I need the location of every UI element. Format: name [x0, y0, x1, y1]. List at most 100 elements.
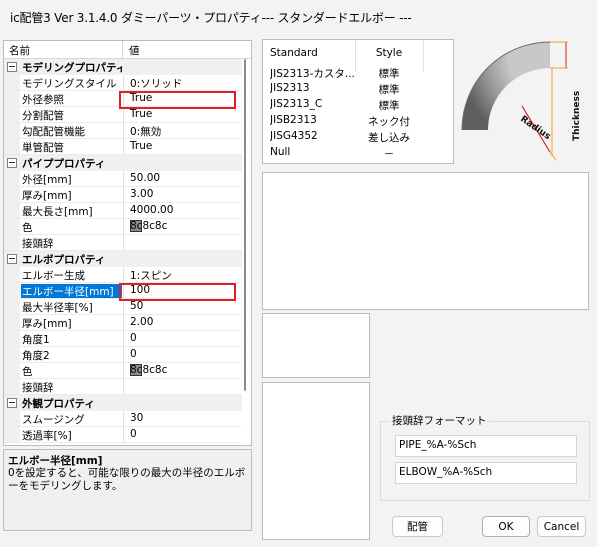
- property-name[interactable]: 外径[mm]: [22, 172, 122, 187]
- style-column-header[interactable]: Style: [359, 47, 419, 59]
- grid-row[interactable]: 角度2 0: [4, 347, 242, 363]
- collapse-toggle-icon[interactable]: [7, 62, 17, 72]
- standard-row[interactable]: JIS2313 標準: [263, 81, 453, 97]
- grid-row[interactable]: エルボー生成 1:スピン: [4, 267, 242, 283]
- property-value-cell[interactable]: [123, 235, 242, 251]
- grid-row[interactable]: 透過率[%] 0: [4, 427, 242, 443]
- standard-table[interactable]: Standard Style JIS2313-カスタ... 標準 JIS2313 標準…: [262, 39, 454, 164]
- grid-header: 名前 値: [4, 41, 251, 59]
- pipe-prefix-field[interactable]: PIPE_%A-%Sch: [395, 435, 577, 457]
- property-name[interactable]: 厚み[mm]: [22, 316, 122, 331]
- standard-row[interactable]: JIS2313_C 標準: [263, 97, 453, 113]
- grid-row[interactable]: 色 8c8c8c: [4, 219, 242, 235]
- haikan-button[interactable]: 配管: [392, 516, 443, 537]
- property-value-cell[interactable]: 8c8c8c: [123, 363, 242, 379]
- property-value: 50: [130, 300, 144, 312]
- property-value-cell[interactable]: True: [123, 139, 242, 155]
- property-value-cell[interactable]: [123, 379, 242, 395]
- property-value-cell[interactable]: 1:スピン: [123, 267, 242, 283]
- standard-row[interactable]: JISB2313 ネック付: [263, 113, 453, 129]
- grid-row[interactable]: 単管配管 True: [4, 139, 242, 155]
- property-value: 3.00: [130, 188, 154, 200]
- grid-row[interactable]: モデリングスタイル 0:ソリッド: [4, 75, 242, 91]
- grid-category[interactable]: パイププロパティ: [4, 155, 242, 171]
- name-column-header[interactable]: 名前: [9, 43, 30, 58]
- property-value-cell[interactable]: 3.00: [123, 187, 242, 203]
- row-gutter: [4, 299, 20, 315]
- row-gutter: [4, 91, 20, 107]
- property-name[interactable]: 厚み[mm]: [22, 188, 122, 203]
- standard-style: 標準: [378, 68, 400, 80]
- window-title: ic配管3 Ver 3.1.4.0 ダミーパーツ・プロパティ--- スタンダード…: [10, 11, 412, 25]
- property-value: True: [130, 140, 153, 152]
- grid-row[interactable]: 色 8c8c8c: [4, 363, 242, 379]
- grid-category[interactable]: 外観プロパティ: [4, 395, 242, 411]
- property-name[interactable]: 最大長さ[mm]: [22, 204, 122, 219]
- property-value-cell[interactable]: 0: [123, 331, 242, 347]
- grid-row[interactable]: 勾配配管機能 0:無効: [4, 123, 242, 139]
- property-value-cell[interactable]: 30: [123, 411, 242, 427]
- property-value-cell[interactable]: 0:無効: [123, 123, 242, 139]
- thickness-label: Thickness: [572, 91, 582, 141]
- property-name[interactable]: エルボー生成: [22, 268, 122, 283]
- standard-column-header[interactable]: Standard: [270, 47, 318, 59]
- elbow-prefix-field[interactable]: ELBOW_%A-%Sch: [395, 462, 577, 484]
- row-gutter: [4, 427, 20, 443]
- elbow-diagram: Radius Thickness: [460, 38, 582, 161]
- ok-button[interactable]: OK: [482, 516, 530, 537]
- collapse-toggle-icon[interactable]: [7, 158, 17, 168]
- grid-row[interactable]: 角度1 0: [4, 331, 242, 347]
- property-name[interactable]: エルボー半径[mm]: [21, 284, 122, 299]
- property-name[interactable]: 角度2: [22, 348, 122, 363]
- property-name[interactable]: 分割配管: [22, 108, 122, 123]
- property-value-cell[interactable]: 0:ソリッド: [123, 75, 242, 91]
- grid-row[interactable]: 厚み[mm] 3.00: [4, 187, 242, 203]
- property-name[interactable]: スムージング: [22, 412, 122, 427]
- property-value-cell[interactable]: 50.00: [123, 171, 242, 187]
- property-name[interactable]: 色: [22, 220, 122, 235]
- property-value-cell[interactable]: 0: [123, 427, 242, 443]
- grid-category[interactable]: エルボプロパティ: [4, 251, 242, 267]
- property-name[interactable]: 接頭辞: [22, 380, 122, 395]
- property-name[interactable]: 接頭辞: [22, 236, 122, 251]
- property-value-cell[interactable]: True: [123, 107, 242, 123]
- grid-row[interactable]: 接頭辞: [4, 235, 242, 251]
- property-value-cell[interactable]: 4000.00: [123, 203, 242, 219]
- column-divider[interactable]: [122, 41, 123, 58]
- grid-row[interactable]: 外径[mm] 50.00: [4, 171, 242, 187]
- property-name[interactable]: 角度1: [22, 332, 122, 347]
- category-label: 外観プロパティ: [22, 398, 95, 410]
- property-value-cell[interactable]: 8c8c8c: [123, 219, 242, 235]
- property-name[interactable]: 色: [22, 364, 122, 379]
- collapse-toggle-icon[interactable]: [7, 398, 17, 408]
- grid-row[interactable]: スムージング 30: [4, 411, 242, 427]
- grid-row[interactable]: 最大長さ[mm] 4000.00: [4, 203, 242, 219]
- grid-row[interactable]: 分割配管 True: [4, 107, 242, 123]
- cancel-button[interactable]: Cancel: [537, 516, 586, 537]
- standard-row[interactable]: JISG4352 差し込み: [263, 129, 453, 145]
- property-value-cell[interactable]: 0: [123, 347, 242, 363]
- collapse-toggle-icon[interactable]: [7, 254, 17, 264]
- property-value-cell[interactable]: 2.00: [123, 315, 242, 331]
- value-column-header[interactable]: 値: [129, 43, 140, 58]
- grid-category[interactable]: モデリングプロパティ: [4, 59, 242, 75]
- property-name[interactable]: モデリングスタイル: [22, 76, 122, 91]
- grid-row[interactable]: 接頭辞: [4, 379, 242, 395]
- grid-row[interactable]: 厚み[mm] 2.00: [4, 315, 242, 331]
- property-name[interactable]: 外径参照: [22, 92, 122, 107]
- property-value: 0:ソリッド: [130, 78, 183, 90]
- grid-scrollbar[interactable]: [244, 59, 246, 391]
- property-value-cell[interactable]: 50: [123, 299, 242, 315]
- row-gutter: [4, 379, 20, 395]
- property-name[interactable]: 勾配配管機能: [22, 124, 122, 139]
- grid-row[interactable]: 最大半径率[%] 50: [4, 299, 242, 315]
- row-gutter: [4, 219, 20, 235]
- standard-row[interactable]: JIS2313-カスタ... 標準: [263, 65, 453, 81]
- property-name[interactable]: 透過率[%]: [22, 428, 122, 443]
- property-name[interactable]: 最大半径率[%]: [22, 300, 122, 315]
- property-value: 0: [130, 332, 137, 344]
- property-name[interactable]: 単管配管: [22, 140, 122, 155]
- standard-row[interactable]: Null －: [263, 145, 453, 161]
- preview-panel-small: [262, 313, 370, 378]
- standard-name: JISG4352: [270, 130, 318, 142]
